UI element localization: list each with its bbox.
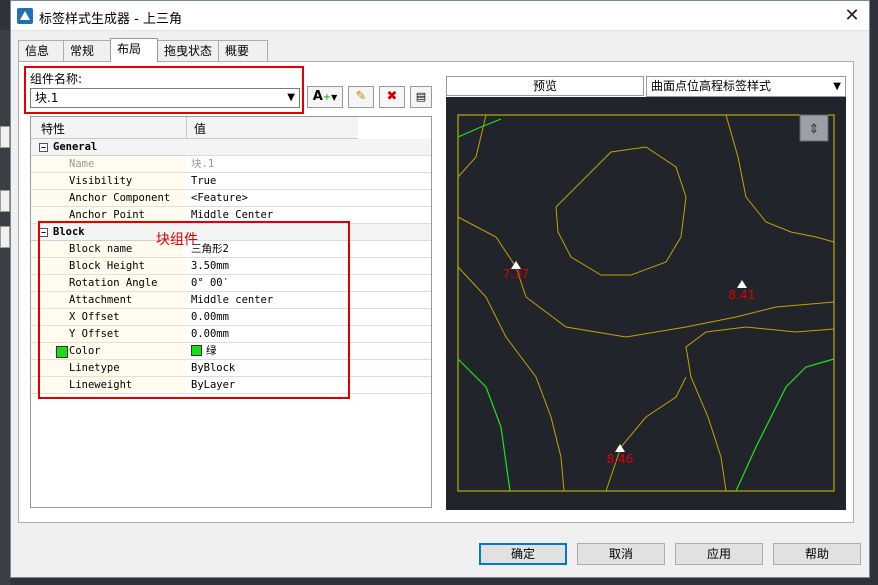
value-column-header: 值 xyxy=(194,122,207,136)
background-panel xyxy=(0,226,10,248)
titlebar: 标签样式生成器 - 上三角 ✕ xyxy=(11,1,869,31)
tab-drag-state[interactable]: 拖曳状态 xyxy=(157,40,219,61)
elevation-label: 8.41 xyxy=(729,288,756,302)
tab-summary[interactable]: 概要 xyxy=(218,40,268,61)
section-label: General xyxy=(53,141,98,153)
copy-component-icon: ✎ xyxy=(355,89,367,104)
section-general[interactable]: − General xyxy=(31,139,431,156)
add-component-button[interactable]: A+▼ xyxy=(307,86,343,108)
background-panel xyxy=(0,126,10,148)
close-button[interactable]: ✕ xyxy=(839,5,865,27)
highlight-box-component xyxy=(24,66,304,114)
section-value xyxy=(186,139,431,156)
preview-tab[interactable]: 预览 xyxy=(446,76,644,96)
app-icon xyxy=(17,8,33,24)
property-name: Anchor Component xyxy=(31,190,186,207)
pan-icon: ⇕ xyxy=(809,122,820,137)
plus-icon: + xyxy=(322,92,332,103)
cancel-button[interactable]: 取消 xyxy=(577,543,665,565)
property-value: <Feature> xyxy=(186,190,431,207)
tab-info[interactable]: 信息 xyxy=(18,40,64,61)
background-window-strip xyxy=(0,30,10,585)
property-value: 块.1 xyxy=(186,156,431,173)
column-divider xyxy=(186,117,187,139)
chevron-down-icon: ▼ xyxy=(833,81,841,92)
background-panel xyxy=(0,190,10,212)
preview-background xyxy=(446,97,846,510)
tab-general[interactable]: 常规 xyxy=(63,40,111,61)
delete-icon: ✖ xyxy=(386,89,398,104)
tab-layout[interactable]: 布局 xyxy=(110,38,158,62)
ok-button[interactable]: 确定 xyxy=(479,543,567,565)
help-button[interactable]: 帮助 xyxy=(773,543,861,565)
property-name: Visibility xyxy=(31,173,186,190)
property-name: Name xyxy=(31,156,186,173)
property-value: True xyxy=(186,173,431,190)
grid-header: 特性 值 xyxy=(31,117,358,139)
elevation-label: 7.37 xyxy=(503,267,530,281)
elevation-label: 8.46 xyxy=(607,452,634,466)
property-row[interactable]: Name 块.1 xyxy=(31,156,431,173)
property-column-header: 特性 xyxy=(41,122,66,136)
preview-style-select[interactable]: 曲面点位高程标签样式 ▼ xyxy=(646,76,846,97)
property-row[interactable]: Visibility True xyxy=(31,173,431,190)
collapse-icon[interactable]: − xyxy=(39,143,48,152)
copy-component-button[interactable]: ✎ xyxy=(348,86,374,108)
block-component-annotation: 块组件 xyxy=(156,232,198,248)
apply-button[interactable]: 应用 xyxy=(675,543,763,565)
text-component-icon: A xyxy=(312,89,323,104)
draw-order-button[interactable]: ▤ xyxy=(410,86,432,108)
delete-component-button[interactable]: ✖ xyxy=(379,86,405,108)
draw-order-icon: ▤ xyxy=(415,90,427,103)
section-title: − General xyxy=(31,139,186,156)
property-row[interactable]: Anchor Component <Feature> xyxy=(31,190,431,207)
preview-style-value: 曲面点位高程标签样式 xyxy=(651,79,772,93)
chevron-down-icon: ▼ xyxy=(331,93,338,102)
preview-canvas[interactable]: 7.37 8.41 8.46 ⇕ xyxy=(446,97,846,510)
window-title: 标签样式生成器 - 上三角 xyxy=(39,12,182,27)
